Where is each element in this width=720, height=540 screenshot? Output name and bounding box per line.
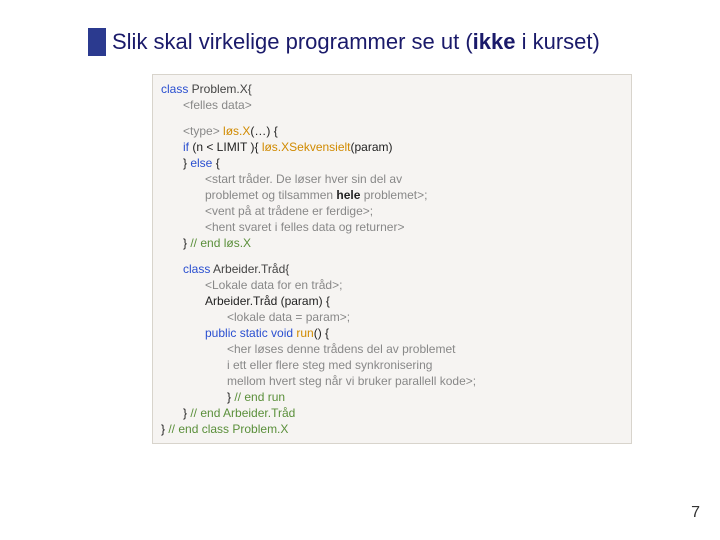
code-block: class Problem.X{ <felles data> <type> lø… <box>152 74 632 444</box>
l9: <hent svaret i felles data og returner> <box>161 219 623 235</box>
l4-mid: (n < LIMIT ){ <box>189 140 262 154</box>
l3-pre: <type> <box>183 124 223 138</box>
run-id: run <box>293 326 314 340</box>
kw-psv: public static void <box>205 326 293 340</box>
code-block-method1: <type> løs.X(…) { if (n < LIMIT ){ løs.X… <box>161 123 623 251</box>
l15-post: () { <box>314 326 329 340</box>
l21-cmt: // end class Problem.X <box>168 422 288 436</box>
l20-cmt: // end Arbeider.Tråd <box>190 406 295 420</box>
l3-id: løs.X <box>223 124 250 138</box>
l17: i ett eller flere steg med synkroniserin… <box>161 357 623 373</box>
l8: <vent på at trådene er ferdige>; <box>161 203 623 219</box>
l5-post: { <box>212 156 219 170</box>
l16: <her løses denne trådens del av probleme… <box>161 341 623 357</box>
l10-cmt: // end løs.X <box>190 236 251 250</box>
title-emph: ikke <box>473 29 516 54</box>
felles-data: <felles data> <box>161 97 623 113</box>
l6: <start tråder. De løser hver sin del av <box>161 171 623 187</box>
l4-post: (param) <box>351 140 393 154</box>
l13: Arbeider.Tråd (param) { <box>161 293 623 309</box>
title-accent-bar <box>88 28 106 56</box>
l12: <Lokale data for en tråd>; <box>161 277 623 293</box>
l7b: hele <box>336 188 360 202</box>
kw-class: class <box>161 82 188 96</box>
l7a: problemet og tilsammen <box>205 188 336 202</box>
kw-class2: class <box>183 262 210 276</box>
code-block-inner: class Arbeider.Tråd{ <Lokale data for en… <box>161 261 623 437</box>
class2-name: Arbeider.Tråd{ <box>210 262 289 276</box>
title-pre: Slik skal virkelige programmer se ut ( <box>112 29 473 54</box>
slide-title: Slik skal virkelige programmer se ut (ik… <box>112 28 600 56</box>
l3-post: (…) { <box>250 124 277 138</box>
l18: mellom hvert steg når vi bruker parallel… <box>161 373 623 389</box>
page-number: 7 <box>691 504 700 522</box>
l7c: problemet>; <box>360 188 427 202</box>
l14: <lokale data = param>; <box>161 309 623 325</box>
l4-id: løs.XSekvensielt <box>262 140 351 154</box>
title-post: i kurset) <box>516 29 600 54</box>
l19-cmt: // end run <box>234 390 285 404</box>
kw-else: else <box>190 156 212 170</box>
code-block-header: class Problem.X{ <felles data> <box>161 81 623 113</box>
class-name: Problem.X{ <box>188 82 251 96</box>
